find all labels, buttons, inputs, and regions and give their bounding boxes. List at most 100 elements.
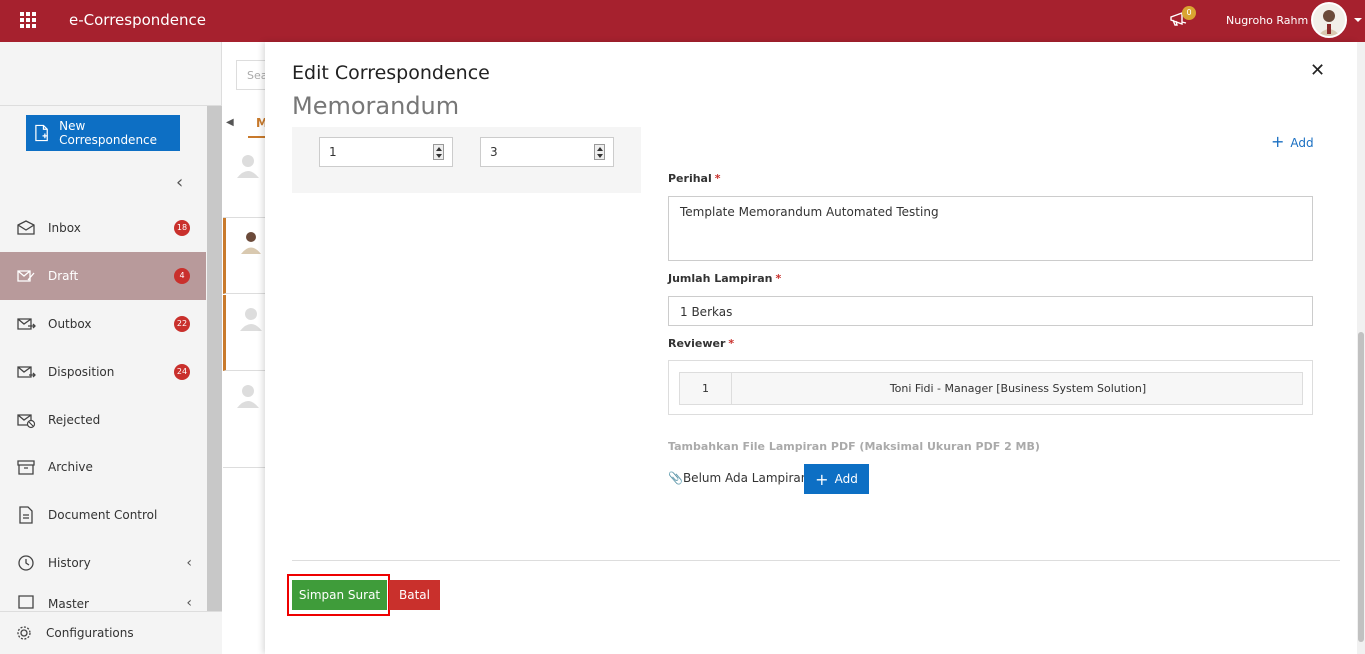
avatar: [241, 232, 261, 254]
attachment-status-text: Belum Ada Lampiran -: [682, 471, 817, 485]
inbox-count-badge: 18: [174, 220, 190, 236]
footer-divider: [292, 560, 1340, 561]
history-chevron-icon: ‹: [186, 555, 192, 571]
reviewer-name: Toni Fidi - Manager [Business System Sol…: [889, 382, 1147, 395]
add-attachment-label: Add: [834, 472, 858, 486]
avatar-placeholder-icon: [237, 155, 259, 178]
jumlah-lampiran-label: Jumlah Lampiran *: [668, 272, 781, 285]
add-link[interactable]: + Add: [1271, 132, 1314, 151]
jumlah-lampiran-field[interactable]: 1 Berkas: [668, 296, 1313, 326]
number-input-2[interactable]: 3: [480, 137, 614, 167]
plus-icon: +: [815, 469, 829, 489]
draft-count-badge: 4: [174, 268, 190, 284]
top-bar: e-Correspondence 0 Nugroho Rahm: [0, 0, 1365, 42]
outbox-icon: [17, 318, 36, 330]
new-document-icon: [35, 124, 48, 142]
attachment-hint: Tambahkan File Lampiran PDF (Maksimal Uk…: [668, 440, 1040, 453]
draft-icon: [17, 270, 35, 282]
document-control-icon: [19, 506, 33, 524]
attachment-status: 📎Belum Ada Lampiran -: [668, 471, 817, 485]
sidebar-item-document-control[interactable]: Document Control: [0, 491, 206, 539]
new-correspondence-button[interactable]: New Correspondence: [26, 115, 180, 151]
sidebar-item-inbox[interactable]: Inbox 18: [0, 204, 206, 252]
paperclip-icon: 📎: [668, 471, 683, 485]
sidebar-divider: [0, 105, 222, 106]
close-icon[interactable]: ✕: [1310, 60, 1325, 81]
sidebar-item-label: Draft: [48, 269, 79, 283]
avatar-placeholder-icon: [240, 308, 262, 331]
sidebar-item-label: Rejected: [48, 413, 101, 427]
number-input-2-value: 3: [490, 145, 498, 159]
user-avatar[interactable]: [1311, 2, 1347, 38]
sidebar-item-rejected[interactable]: Rejected: [0, 396, 206, 444]
required-marker: *: [714, 172, 721, 185]
sidebar-item-draft[interactable]: Draft 4: [0, 252, 206, 300]
sidebar-item-label: Disposition: [48, 365, 115, 379]
app-title[interactable]: e-Correspondence: [69, 11, 206, 29]
reviewer-label: Reviewer *: [668, 337, 734, 350]
collapse-sidebar-icon[interactable]: ‹: [176, 172, 183, 193]
reviewer-list: 1 Toni Fidi - Manager [Business System S…: [668, 360, 1313, 415]
spinner-icon[interactable]: [433, 144, 444, 160]
rejected-icon: [17, 414, 36, 429]
disposition-count-badge: 24: [174, 364, 190, 380]
configurations-item[interactable]: Configurations: [0, 611, 222, 654]
sidebar-item-label: Master: [48, 597, 89, 611]
required-marker: *: [728, 337, 735, 350]
spinner-icon[interactable]: [594, 144, 605, 160]
tab-scroll-left-icon[interactable]: ◀: [226, 117, 234, 128]
number-input-1-value: 1: [329, 145, 337, 159]
sidebar: New Correspondence ‹ Inbox 18 Draft 4 Ou…: [0, 42, 222, 654]
save-button[interactable]: Simpan Surat: [292, 580, 387, 610]
notification-badge: 0: [1182, 6, 1196, 20]
inbox-icon: [17, 220, 35, 235]
user-name[interactable]: Nugroho Rahm: [1226, 14, 1308, 27]
plus-icon: +: [1271, 132, 1285, 151]
perihal-label-text: Perihal: [668, 172, 712, 185]
master-chevron-icon: ‹: [186, 595, 192, 611]
gear-icon: [17, 626, 31, 640]
sidebar-item-label: Inbox: [48, 221, 81, 235]
number-input-1[interactable]: 1: [319, 137, 453, 167]
required-marker: *: [775, 272, 782, 285]
sidebar-item-history[interactable]: History ‹: [0, 539, 206, 587]
sidebar-scrollbar[interactable]: [207, 106, 222, 612]
reviewer-label-text: Reviewer: [668, 337, 726, 350]
avatar-placeholder-icon: [237, 385, 259, 408]
new-correspondence-label: New Correspondence: [59, 119, 158, 147]
list-item[interactable]: [223, 372, 268, 468]
disposition-icon: [17, 366, 36, 378]
jumlah-lampiran-label-text: Jumlah Lampiran: [668, 272, 773, 285]
perihal-field[interactable]: Template Memorandum Automated Testing: [668, 196, 1313, 261]
sidebar-item-master[interactable]: Master ‹: [0, 587, 206, 611]
apps-grid-icon[interactable]: [20, 12, 36, 28]
list-item[interactable]: [223, 142, 268, 218]
notification-bell-icon[interactable]: 0: [1168, 6, 1198, 31]
reviewer-row[interactable]: 1 Toni Fidi - Manager [Business System S…: [679, 372, 1303, 405]
master-icon: [18, 595, 34, 609]
modal-subtitle: Memorandum: [292, 92, 460, 120]
sidebar-item-disposition[interactable]: Disposition 24: [0, 348, 206, 396]
add-link-label: Add: [1290, 136, 1314, 150]
sidebar-item-label: History: [48, 556, 91, 570]
configurations-label: Configurations: [46, 626, 134, 640]
add-attachment-button[interactable]: + Add: [804, 464, 869, 494]
modal-title: Edit Correspondence: [292, 62, 490, 84]
perihal-label: Perihal *: [668, 172, 721, 185]
history-icon: [18, 555, 34, 571]
outbox-count-badge: 22: [174, 316, 190, 332]
sidebar-item-label: Document Control: [48, 508, 158, 522]
reviewer-number: 1: [680, 373, 732, 404]
modal-scrollbar[interactable]: [1357, 42, 1365, 654]
scrollbar-thumb[interactable]: [1358, 332, 1364, 642]
archive-icon: [17, 460, 35, 475]
cancel-button[interactable]: Batal: [389, 580, 440, 610]
sidebar-item-outbox[interactable]: Outbox 22: [0, 300, 206, 348]
correspondence-list: Sea ◀ M: [223, 42, 276, 654]
list-item[interactable]: [223, 295, 268, 371]
numbering-panel: 1 3: [292, 127, 641, 193]
list-item[interactable]: [223, 218, 268, 294]
user-menu-caret-icon[interactable]: [1354, 18, 1362, 22]
sidebar-item-label: Outbox: [48, 317, 92, 331]
sidebar-item-archive[interactable]: Archive: [0, 443, 206, 491]
